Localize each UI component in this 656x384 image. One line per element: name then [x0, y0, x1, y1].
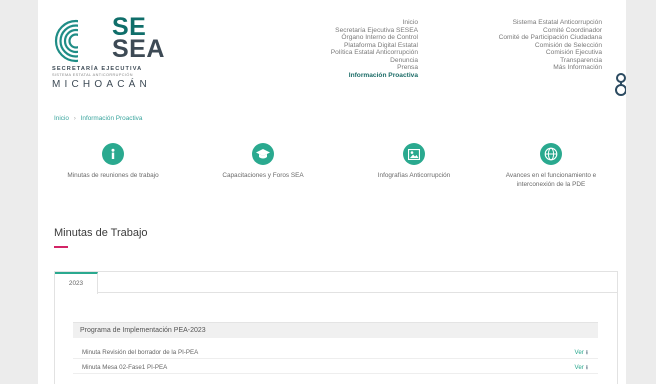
- quick-link-label: Minutas de reuniones de trabajo: [67, 172, 159, 179]
- section-title: Minutas de Trabajo: [54, 227, 148, 239]
- nav-item-comite-participacion[interactable]: Comité de Participación Ciudadana: [450, 34, 602, 42]
- breadcrumb: Inicio › Información Proactiva: [54, 115, 142, 122]
- minute-label: Minuta Revisión del borrador de la PI-PE…: [82, 349, 199, 356]
- quick-link-label: Avances en el funcionamiento e intercone…: [505, 172, 597, 188]
- logo-mark-icon: [54, 18, 110, 64]
- nav-item-comite-coordinador[interactable]: Comité Coordinador: [450, 27, 602, 35]
- quick-link-label: Capacitaciones y Foros SEA: [222, 172, 304, 179]
- breadcrumb-home-link[interactable]: Inicio: [54, 115, 69, 122]
- nav-item-sistema-estatal[interactable]: Sistema Estatal Anticorrupción: [450, 19, 602, 27]
- nav-item-plataforma-digital[interactable]: Plataforma Digital Estatal: [300, 42, 418, 50]
- image-icon: [403, 143, 425, 165]
- quick-link-label: Infografías Anticorrupción: [377, 172, 451, 179]
- quick-link-infografias[interactable]: Infografías Anticorrupción: [349, 143, 479, 180]
- nav-item-inicio[interactable]: Inicio: [300, 19, 418, 27]
- page: SE SEA SECRETARÍA EJECUTIVA SISTEMA ESTA…: [38, 0, 626, 384]
- tab-divider: [98, 292, 617, 293]
- download-icon: ⭳: [585, 349, 588, 356]
- tab-2023[interactable]: 2023: [55, 272, 98, 294]
- view-download-link[interactable]: Ver ⭳: [575, 346, 588, 359]
- nav-item-mas-informacion[interactable]: Más Información: [450, 64, 602, 72]
- download-icon: ⭳: [585, 364, 588, 371]
- nav-item-informacion-proactiva[interactable]: Información Proactiva: [300, 72, 418, 80]
- main-nav-right: Sistema Estatal Anticorrupción Comité Co…: [450, 19, 602, 72]
- nav-item-organo-interno[interactable]: Órgano Interno de Control: [300, 34, 418, 42]
- nav-item-politica-estatal[interactable]: Política Estatal Anticorrupción: [300, 49, 418, 57]
- program-header[interactable]: Programa de Implementación PEA-2023: [73, 322, 598, 338]
- nav-item-comision-seleccion[interactable]: Comisión de Selección: [450, 42, 602, 50]
- nav-item-prensa[interactable]: Prensa: [300, 64, 418, 72]
- info-icon: [102, 143, 124, 165]
- network-icon: [540, 143, 562, 165]
- logo-michoacan-text: MICHOACÁN: [52, 79, 151, 90]
- logo-sea-text: SEA: [112, 35, 165, 63]
- main-nav-left: Inicio Secretaría Ejecutiva SESEA Órgano…: [300, 19, 418, 79]
- nav-item-secretaria-ejecutiva[interactable]: Secretaría Ejecutiva SESEA: [300, 27, 418, 35]
- quick-link-avances-pde[interactable]: Avances en el funcionamiento e intercone…: [486, 143, 616, 189]
- view-download-link[interactable]: Ver ⭳: [575, 361, 588, 374]
- list-item: Minuta Revisión del borrador de la PI-PE…: [73, 346, 598, 359]
- accessibility-icon[interactable]: [615, 73, 626, 97]
- breadcrumb-current: Información Proactiva: [80, 115, 143, 122]
- nav-item-transparencia[interactable]: Transparencia: [450, 57, 602, 65]
- quick-link-minutas[interactable]: Minutas de reuniones de trabajo: [48, 143, 178, 180]
- nav-item-denuncia[interactable]: Denuncia: [300, 57, 418, 65]
- section-title-underline: [54, 246, 68, 248]
- minute-label: Minuta Mesa 02-Fase1 PI-PEA: [82, 364, 168, 371]
- logo-secretaria-text: SECRETARÍA EJECUTIVA: [52, 66, 143, 72]
- sesea-logo[interactable]: SE SEA SECRETARÍA EJECUTIVA SISTEMA ESTA…: [52, 15, 182, 96]
- breadcrumb-separator: ›: [73, 115, 76, 122]
- view-link-label: Ver: [574, 364, 584, 371]
- quick-link-capacitaciones[interactable]: Capacitaciones y Foros SEA: [198, 143, 328, 180]
- list-item: Minuta Mesa 02-Fase1 PI-PEA Ver ⭳: [73, 361, 598, 374]
- view-link-label: Ver: [574, 349, 584, 356]
- minutes-panel: 2023 Programa de Implementación PEA-2023…: [54, 271, 618, 384]
- logo-sistema-text: SISTEMA ESTATAL ANTICORRUPCIÓN: [52, 73, 133, 77]
- nav-item-comision-ejecutiva[interactable]: Comisión Ejecutiva: [450, 49, 602, 57]
- graduation-cap-icon: [252, 143, 274, 165]
